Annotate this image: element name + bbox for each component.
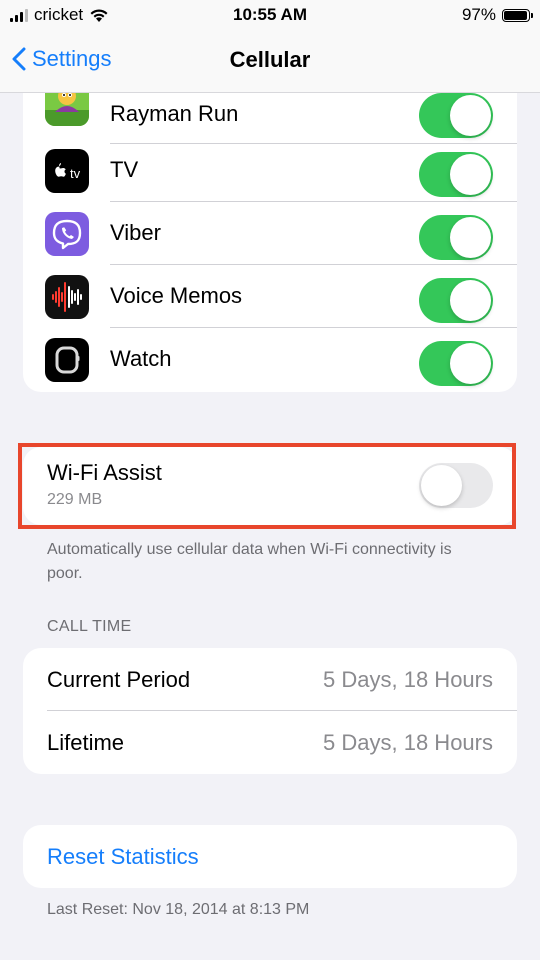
app-name: Voice Memos <box>110 283 243 308</box>
status-time: 10:55 AM <box>232 5 307 24</box>
call-time-group: Current Period 5 Days, 18 Hours Lifetime… <box>23 648 517 774</box>
toggle-knob <box>450 343 491 384</box>
page-title: Cellular <box>229 47 311 72</box>
battery-tip <box>531 12 533 18</box>
tv-toggle[interactable] <box>419 152 493 197</box>
navigation-bar: Settings Cellular <box>0 30 540 93</box>
toggle-knob <box>450 154 491 195</box>
app-name: Viber <box>110 220 161 245</box>
call-time-value: 5 Days, 18 Hours <box>323 730 493 755</box>
watch-toggle[interactable] <box>419 341 493 386</box>
battery-percent: 97% <box>461 5 496 24</box>
reset-group: Reset Statistics <box>23 825 517 888</box>
viber-toggle[interactable] <box>419 215 493 260</box>
reset-statistics-button[interactable]: Reset Statistics <box>47 844 199 870</box>
battery-icon <box>502 8 533 22</box>
voice-memos-icon <box>45 275 89 319</box>
voice-memos-toggle[interactable] <box>419 278 493 323</box>
viber-icon <box>45 212 89 256</box>
watch-icon <box>45 338 89 382</box>
wifi-assist-description: Automatically use cellular data when Wi-… <box>47 541 452 582</box>
call-time-label: Lifetime <box>47 730 125 755</box>
apple-tv-icon: tv <box>45 149 89 193</box>
call-time-row-current: Current Period 5 Days, 18 Hours <box>23 648 517 711</box>
toggle-knob <box>450 217 491 258</box>
list-item-voice-memos: Voice Memos <box>23 265 517 328</box>
app-data-list: Rayman Run tv TV Viber Voice Memos Watch <box>23 72 517 392</box>
call-time-header: CALL TIME <box>47 618 132 635</box>
app-name: Watch <box>110 346 172 371</box>
status-right: 97% <box>461 5 533 25</box>
highlight-box <box>18 443 516 529</box>
call-time-value: 5 Days, 18 Hours <box>323 667 493 692</box>
battery-fill <box>504 10 528 20</box>
status-bar: cricket 10:55 AM 97% <box>0 0 540 30</box>
rayman-run-toggle[interactable] <box>419 93 493 138</box>
toggle-knob <box>450 280 491 321</box>
toggle-knob <box>450 95 491 136</box>
app-name: TV <box>110 157 139 182</box>
list-item-watch: Watch <box>23 328 517 391</box>
list-item-tv: tv TV <box>23 139 517 202</box>
call-time-row-lifetime: Lifetime 5 Days, 18 Hours <box>23 711 517 774</box>
list-item-viber: Viber <box>23 202 517 265</box>
svg-text:tv: tv <box>70 166 81 181</box>
app-name: Rayman Run <box>110 101 239 126</box>
last-reset-text: Last Reset: Nov 18, 2014 at 8:13 PM <box>47 901 310 918</box>
call-time-label: Current Period <box>47 667 191 692</box>
